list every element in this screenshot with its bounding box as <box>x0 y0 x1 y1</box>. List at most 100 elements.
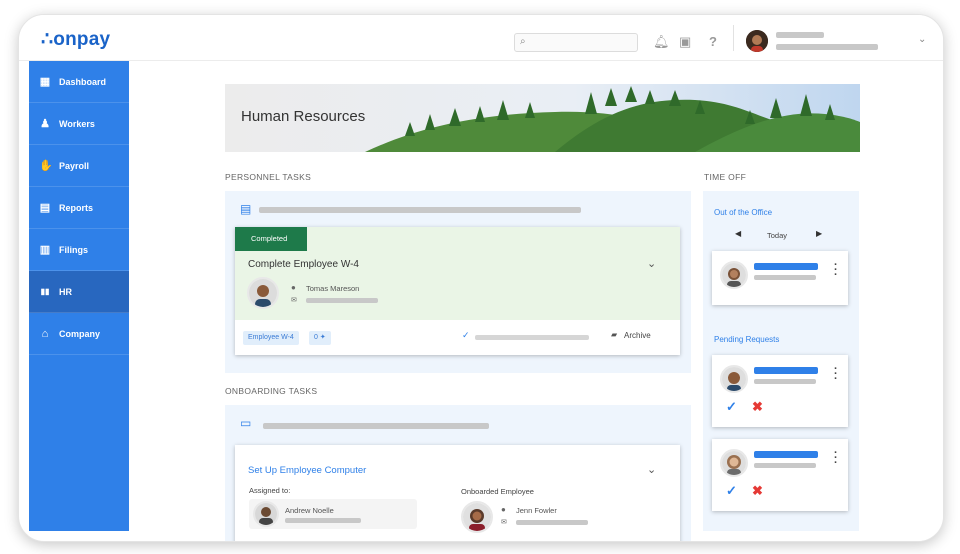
email-placeholder <box>516 520 588 525</box>
search-icon: ⌕ <box>520 36 526 47</box>
email-icon: ✉ <box>501 519 507 526</box>
onpay-logo[interactable]: ∴onpay <box>41 28 110 51</box>
main-content: Human Resources PERSONNEL TASKS ▤ Comple… <box>129 61 943 541</box>
archive-icon: ▰ <box>611 330 618 339</box>
comment-count: 0 <box>314 334 318 341</box>
company-icon: ⌂ <box>41 327 49 340</box>
chevron-down-icon[interactable]: ⌄ <box>647 463 656 476</box>
gift-icon[interactable]: ▣ <box>679 34 691 50</box>
comments-button[interactable]: 0 ✦ <box>309 331 331 345</box>
sidebar-item-reports[interactable]: ▤ Reports <box>29 187 129 229</box>
workers-icon: ♟ <box>40 118 50 130</box>
sidebar-item-label: Payroll <box>59 160 90 171</box>
sidebar-item-label: Company <box>59 328 101 339</box>
clipboard-icon: ▤ <box>240 202 252 216</box>
approve-icon[interactable]: ✓ <box>726 399 737 415</box>
payroll-icon: ✋ <box>39 160 53 172</box>
person-icon: ● <box>291 283 296 292</box>
assignee-avatar <box>253 501 279 527</box>
archive-button[interactable]: Archive <box>624 331 651 340</box>
dashboard-icon: ▦ <box>39 76 51 88</box>
personnel-tasks-panel: ▤ Completed Complete Employee W-4 ⌄ ● To… <box>225 191 691 373</box>
chevron-down-icon[interactable]: ⌄ <box>918 34 926 45</box>
user-name-placeholder <box>776 32 824 38</box>
task-card[interactable]: Completed Complete Employee W-4 ⌄ ● Toma… <box>235 227 680 355</box>
logo-text: onpay <box>53 29 111 50</box>
monitor-icon: ▭ <box>240 416 252 430</box>
onboarded-name: Jenn Fowler <box>516 506 557 515</box>
person-icon: ● <box>501 505 506 514</box>
status-badge: Completed <box>235 227 307 251</box>
pending-request-card[interactable]: · · · ✓ ✖ <box>712 439 848 511</box>
sidebar-item-filings[interactable]: ▥ Filings <box>29 229 129 271</box>
pending-requests-label: Pending Requests <box>714 335 780 344</box>
email-placeholder <box>306 298 378 303</box>
approve-icon[interactable]: ✓ <box>726 483 737 499</box>
chevron-down-icon[interactable]: ⌄ <box>647 257 656 270</box>
sidebar: ▦ Dashboard ♟ Workers ✋ Payroll ▤ Reports ▥ F… <box>29 61 129 531</box>
comment-icon: ✦ <box>319 334 326 341</box>
filings-icon: ▥ <box>39 244 51 256</box>
onboarded-avatar <box>461 501 493 533</box>
page-title: Human Resources <box>241 108 366 125</box>
divider <box>733 25 734 51</box>
hr-banner: Human Resources <box>225 84 860 152</box>
bell-icon[interactable]: 🔔︎ <box>653 34 670 50</box>
more-options-icon[interactable]: · · · <box>834 364 838 385</box>
employee-name-placeholder <box>754 451 818 458</box>
time-off-panel: Out of the Office ◀ Today ▶ · · · Pending … <box>703 191 859 531</box>
request-detail-placeholder <box>754 463 816 468</box>
next-day-button[interactable]: ▶ <box>816 229 822 238</box>
sidebar-item-label: Workers <box>59 118 95 129</box>
deny-icon[interactable]: ✖ <box>752 483 763 499</box>
time-off-detail-placeholder <box>754 275 816 280</box>
personnel-tasks-heading: PERSONNEL TASKS <box>225 172 312 182</box>
employee-avatar <box>720 261 748 289</box>
completion-placeholder <box>475 335 589 340</box>
assignee-name: Andrew Noelle <box>285 506 334 515</box>
help-icon[interactable]: ? <box>709 34 717 49</box>
onboarding-tasks-heading: ONBOARDING TASKS <box>225 386 318 396</box>
check-icon: ✓ <box>462 330 470 340</box>
sidebar-item-label: HR <box>59 286 72 297</box>
task-group-placeholder <box>259 207 581 213</box>
employee-avatar <box>720 365 748 393</box>
employee-avatar <box>720 449 748 477</box>
task-card[interactable]: Set Up Employee Computer ⌄ Assigned to: … <box>235 445 680 541</box>
day-label: Today <box>767 231 788 240</box>
prev-day-button[interactable]: ◀ <box>735 229 741 238</box>
out-of-office-label: Out of the Office <box>714 208 773 217</box>
hr-icon: ▮▮ <box>40 287 50 296</box>
user-avatar[interactable] <box>746 30 768 52</box>
reports-icon: ▤ <box>39 202 51 214</box>
document-tag[interactable]: Employee W-4 <box>243 331 299 345</box>
logo-dots-icon: ∴ <box>41 29 54 50</box>
app-window: ∴onpay ⌕ 🔔︎ ▣ ? ⌄ ▦ Dashboard ♟ Workers ✋ P… <box>18 14 944 542</box>
pending-request-card[interactable]: · · · ✓ ✖ <box>712 355 848 427</box>
onboarded-label: Onboarded Employee <box>461 487 534 496</box>
more-options-icon[interactable]: · · · <box>834 448 838 469</box>
search-input[interactable]: ⌕ <box>514 33 638 52</box>
sidebar-item-hr[interactable]: ▮▮ HR <box>29 271 129 313</box>
time-off-card[interactable]: · · · <box>712 251 848 305</box>
sidebar-item-label: Filings <box>59 244 88 255</box>
top-bar: ∴onpay ⌕ 🔔︎ ▣ ? ⌄ <box>19 15 943 61</box>
employee-avatar <box>247 277 279 309</box>
person-name: Tomas Mareson <box>306 284 360 293</box>
task-title: Complete Employee W-4 <box>248 259 359 270</box>
sidebar-item-label: Dashboard <box>59 76 107 87</box>
sidebar-item-workers[interactable]: ♟ Workers <box>29 103 129 145</box>
task-group-placeholder <box>263 423 489 429</box>
assigned-label: Assigned to: <box>249 486 291 495</box>
employee-name-placeholder <box>754 367 818 374</box>
time-off-heading: TIME OFF <box>704 172 747 182</box>
request-detail-placeholder <box>754 379 816 384</box>
sidebar-item-label: Reports <box>59 202 94 213</box>
more-options-icon[interactable]: · · · <box>834 260 838 281</box>
sidebar-item-company[interactable]: ⌂ Company <box>29 313 129 355</box>
sidebar-item-dashboard[interactable]: ▦ Dashboard <box>29 61 129 103</box>
onboarding-tasks-panel: ▭ Set Up Employee Computer ⌄ Assigned to… <box>225 405 691 541</box>
task-title[interactable]: Set Up Employee Computer <box>248 465 366 476</box>
sidebar-item-payroll[interactable]: ✋ Payroll <box>29 145 129 187</box>
deny-icon[interactable]: ✖ <box>752 399 763 415</box>
